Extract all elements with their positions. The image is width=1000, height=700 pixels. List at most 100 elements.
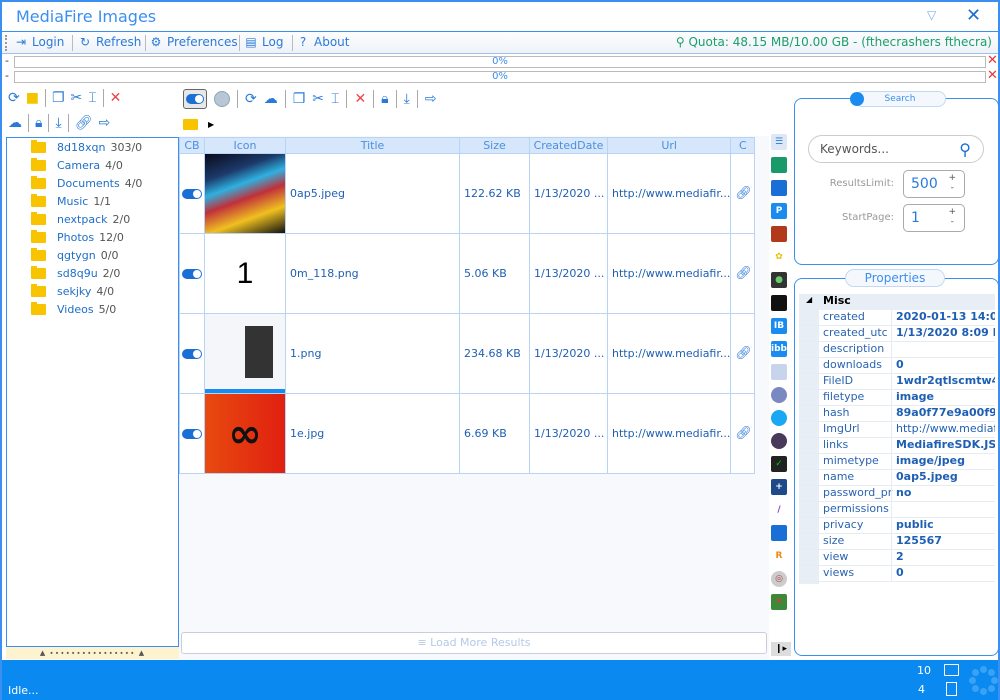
r-icon[interactable]: R <box>771 548 787 564</box>
new-folder-icon[interactable]: ■ <box>26 90 39 106</box>
flower-icon[interactable]: ✿ <box>771 249 787 265</box>
property-row[interactable]: created2020-01-13 14:09: <box>799 310 995 326</box>
property-row[interactable]: ImgUrlhttp://www.mediafire <box>799 422 995 438</box>
lock-icon[interactable]: 🔒︎ <box>381 91 388 107</box>
property-value[interactable]: image <box>891 390 995 406</box>
download-icon[interactable]: ⤓ <box>55 115 61 131</box>
property-category[interactable]: ◢ Misc <box>799 294 995 310</box>
stepper-plus-minus-icon[interactable]: + - <box>948 173 956 193</box>
rename-icon[interactable]: ⌶ <box>331 91 339 107</box>
column-header-icon[interactable]: Icon <box>204 137 286 154</box>
property-value[interactable]: 0ap5.jpeg <box>891 470 995 486</box>
column-header-size[interactable]: Size <box>459 137 530 154</box>
bird-icon[interactable] <box>771 226 787 242</box>
property-row[interactable]: description <box>799 342 995 358</box>
upload-icon[interactable]: ☁ <box>8 115 22 131</box>
property-row[interactable]: created_utc1/13/2020 8:09 PM <box>799 326 995 342</box>
copy-link-icon[interactable]: 🔗︎ <box>735 266 752 281</box>
property-value[interactable]: 0 <box>891 566 995 582</box>
close-icon[interactable]: ✕ <box>966 5 981 26</box>
imgbox-icon[interactable] <box>771 157 787 173</box>
copy-link-icon[interactable]: 🔗︎ <box>735 426 752 441</box>
expand-strip-button[interactable]: ❙▸ <box>771 642 791 656</box>
stepper-plus-minus-icon[interactable]: + - <box>948 207 956 227</box>
keywords-input[interactable]: Keywords... ⚲ <box>808 135 984 163</box>
table-row[interactable]: 0ap5.jpeg 122.62 KB 1/13/2020 ... http:/… <box>179 153 756 234</box>
property-value[interactable] <box>891 342 995 358</box>
pixhost-icon[interactable]: P <box>771 203 787 219</box>
folder-icon[interactable] <box>183 118 198 130</box>
property-value[interactable]: no <box>891 486 995 502</box>
search-icon[interactable]: ⚲ <box>959 137 971 163</box>
property-row[interactable]: name 0ap5.jpeg <box>799 470 995 486</box>
property-row[interactable]: FileID 1wdr2qtlscmtw4s <box>799 374 995 390</box>
mosaic-icon[interactable]: ✕ <box>771 594 787 610</box>
export-icon[interactable]: ⇨ <box>425 91 437 107</box>
delete-icon[interactable]: ✕ <box>354 91 366 107</box>
preferences-button[interactable]: ⚙ Preferences <box>149 35 238 49</box>
copy-link-icon[interactable]: 🔗︎ <box>735 186 752 201</box>
postimage-icon[interactable] <box>771 180 787 196</box>
dot-icon[interactable] <box>771 410 787 426</box>
file-url[interactable]: http://www.mediafir... <box>606 313 732 394</box>
property-value[interactable]: 125567 <box>891 534 995 550</box>
file-url[interactable]: http://www.mediafir... <box>606 153 732 234</box>
folder-item[interactable]: 8d18xqn 303/0 <box>31 138 142 156</box>
list-view-icon[interactable] <box>214 91 230 107</box>
property-row[interactable]: views 0 <box>799 566 995 582</box>
delete-icon[interactable]: ✕ <box>110 90 122 106</box>
search-toggle[interactable] <box>850 92 864 106</box>
login-button[interactable]: ⇥ Login <box>14 35 64 49</box>
results-limit-stepper[interactable]: 500 + - <box>903 170 965 198</box>
row-checkbox-toggle[interactable] <box>182 428 202 439</box>
property-value[interactable]: 2 <box>891 550 995 566</box>
property-row[interactable]: privacy public <box>799 518 995 534</box>
property-value[interactable]: 1/13/2020 8:09 PM <box>891 326 995 342</box>
row-checkbox-toggle[interactable] <box>182 348 202 359</box>
property-row[interactable]: filetype image <box>799 390 995 406</box>
folder-item[interactable]: Music 1/1 <box>31 192 111 210</box>
minimize-dropdown-icon[interactable]: ▽ <box>927 8 936 22</box>
copy-icon[interactable]: ❐ <box>52 90 65 106</box>
settings-sliders-icon[interactable]: ☰ <box>771 134 787 150</box>
document-icon[interactable] <box>771 525 787 541</box>
disc-icon[interactable]: ◎ <box>771 571 787 587</box>
column-header-createddate[interactable]: CreatedDate <box>529 137 608 154</box>
property-row[interactable]: size 125567 <box>799 534 995 550</box>
folder-item[interactable]: qgtygn 0/0 <box>31 246 118 264</box>
camera-icon[interactable]: ● <box>771 272 787 288</box>
property-value[interactable]: 2020-01-13 14:09: <box>891 310 995 326</box>
start-page-stepper[interactable]: 1 + - <box>903 204 965 232</box>
cut-icon[interactable]: ✂ <box>312 91 324 107</box>
folder-item[interactable]: sd8q9u 2/0 <box>31 264 120 282</box>
column-header-c[interactable]: C <box>730 137 756 154</box>
property-value[interactable]: public <box>891 518 995 534</box>
copy-link-icon[interactable]: 🔗︎ <box>735 346 752 361</box>
property-row[interactable]: permissions <box>799 502 995 518</box>
folder-item[interactable]: nextpack 2/0 <box>31 210 130 228</box>
log-button[interactable]: ▤ Log <box>244 35 283 49</box>
plus-box-icon[interactable]: + <box>771 479 787 495</box>
property-row[interactable]: hash89a0f77e9a00f972 <box>799 406 995 422</box>
folder-item[interactable]: Camera 4/0 <box>31 156 123 174</box>
cut-icon[interactable]: ✂ <box>71 90 83 106</box>
property-value[interactable]: http://www.mediafire <box>891 422 995 438</box>
table-row[interactable]: ∞ 1e.jpg 6.69 KB 1/13/2020 ... http://ww… <box>179 393 756 474</box>
toolbar-grip[interactable] <box>5 35 8 51</box>
copy-icon[interactable]: ❐ <box>293 91 306 107</box>
panel-splitter[interactable]: ▲ ∙∙∙∙∙∙∙∙∙∙∙∙∙∙∙∙ ▲ <box>6 647 179 659</box>
file-url[interactable]: http://www.mediafir... <box>606 233 732 314</box>
property-row[interactable]: linksMediafireSDK.JSON <box>799 438 995 454</box>
folder-item[interactable]: Documents 4/0 <box>31 174 142 192</box>
property-value[interactable]: 1wdr2qtlscmtw4s <box>891 374 995 390</box>
cancel-transfer-icon[interactable]: ✕ <box>987 53 998 68</box>
folder-item[interactable]: Photos 12/0 <box>31 228 124 246</box>
folder-item[interactable]: Videos 5/0 <box>31 300 116 318</box>
film-icon[interactable] <box>771 295 787 311</box>
property-value[interactable]: MediafireSDK.JSON <box>891 438 995 454</box>
property-value[interactable]: 89a0f77e9a00f972 <box>891 406 995 422</box>
property-row[interactable]: mimetype image/jpeg <box>799 454 995 470</box>
table-row[interactable]: 1.png 234.68 KB 1/13/2020 ... http://www… <box>179 313 756 394</box>
property-value[interactable] <box>891 502 995 518</box>
file-url[interactable]: http://www.mediafir... <box>606 393 732 474</box>
